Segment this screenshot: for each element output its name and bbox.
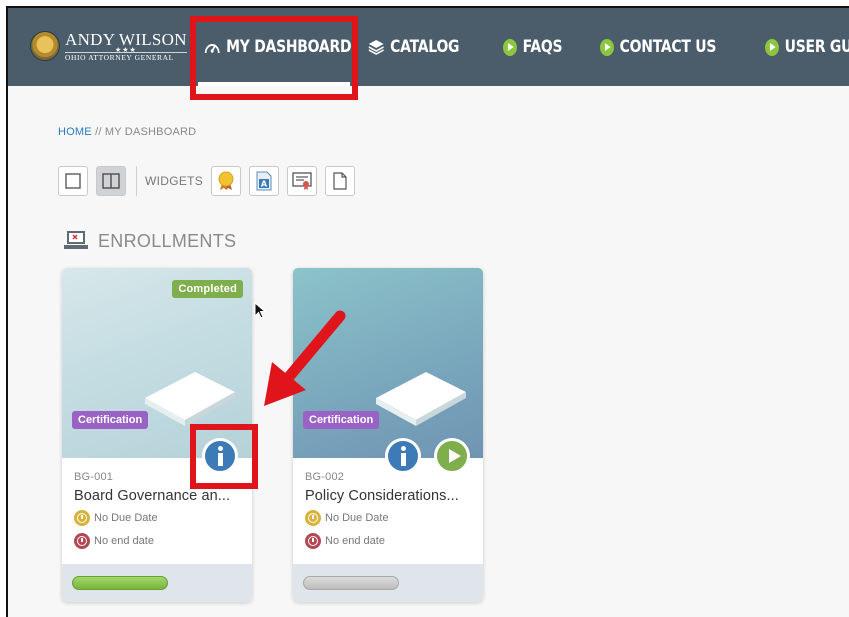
end-date-text: No end date <box>325 535 385 547</box>
info-button[interactable] <box>385 438 421 474</box>
nav-faqs[interactable]: FAQS <box>503 37 563 57</box>
nav-contact-us-label: CONTACT US <box>619 37 716 57</box>
site-logo[interactable]: ANDY WILSON ★★★ OHIO ATTORNEY GENERAL <box>30 26 187 66</box>
breadcrumb-home-link[interactable]: HOME <box>58 126 92 138</box>
certificate-widget-button[interactable] <box>287 166 318 196</box>
annotation-arrow-icon <box>264 310 346 406</box>
state-seal-icon <box>30 31 60 61</box>
books-stack-icon <box>368 39 384 55</box>
status-badge: Completed <box>172 280 243 298</box>
due-date-text: No Due Date <box>94 512 158 524</box>
nav-user-guide[interactable]: USER GUIDE <box>765 37 849 57</box>
progress-bar <box>303 576 399 590</box>
toolbar-divider <box>136 166 137 196</box>
logo-name: ANDY WILSON <box>65 29 187 49</box>
due-date-row: No Due Date <box>305 510 389 526</box>
type-badge: Certification <box>72 411 149 429</box>
enrollments-section-header: ENROLLMENTS <box>64 230 236 252</box>
clock-icon <box>305 510 321 526</box>
page-widget-button[interactable] <box>325 166 356 196</box>
transcript-widget-button[interactable]: A <box>249 166 280 196</box>
document-a-icon: A <box>256 171 272 191</box>
breadcrumb-current: MY DASHBOARD <box>104 126 197 138</box>
course-title[interactable]: Policy Considerations... <box>305 488 459 504</box>
dashboard-highlight-box <box>190 16 358 100</box>
due-date-text: No Due Date <box>325 512 389 524</box>
breadcrumb: HOME // MY DASHBOARD <box>58 126 196 138</box>
nav-contact-us[interactable]: CONTACT US <box>599 37 716 57</box>
book-icon <box>145 372 235 426</box>
breadcrumb-separator: // <box>91 126 105 138</box>
laptop-icon <box>64 231 88 249</box>
play-circle-icon <box>503 38 518 56</box>
svg-text:A: A <box>261 180 268 189</box>
clock-icon <box>74 533 90 549</box>
info-button-highlight-box <box>190 424 258 489</box>
blank-page-icon <box>333 172 347 190</box>
launch-button[interactable] <box>434 438 470 474</box>
play-circle-icon <box>765 38 780 56</box>
clock-icon <box>74 510 90 526</box>
end-date-text: No end date <box>94 535 154 547</box>
nav-faqs-label: FAQS <box>522 37 563 57</box>
nav-user-guide-label: USER GUIDE <box>784 37 849 57</box>
single-column-icon <box>65 173 81 189</box>
end-date-row: No end date <box>74 533 154 549</box>
course-code: BG-001 <box>74 471 114 483</box>
book-icon <box>376 372 466 426</box>
award-ribbon-icon <box>218 171 234 190</box>
card-footer <box>293 564 483 602</box>
achievements-widget-button[interactable] <box>211 166 242 196</box>
due-date-row: No Due Date <box>74 510 158 526</box>
play-circle-icon <box>599 38 614 56</box>
single-column-layout-button[interactable] <box>58 166 88 196</box>
course-code: BG-002 <box>305 471 345 483</box>
clock-icon <box>305 533 321 549</box>
nav-catalog[interactable]: CATALOG <box>368 37 459 57</box>
logo-subtitle: OHIO ATTORNEY GENERAL <box>65 51 187 62</box>
widgets-label: WIDGETS <box>145 174 204 188</box>
two-column-icon <box>102 173 120 189</box>
end-date-row: No end date <box>305 533 385 549</box>
section-title: ENROLLMENTS <box>98 230 237 251</box>
two-column-layout-button[interactable] <box>96 166 126 196</box>
layout-toolbar: WIDGETS A <box>58 165 363 197</box>
progress-bar <box>72 576 168 590</box>
card-footer <box>62 564 252 602</box>
course-title[interactable]: Board Governance an... <box>74 488 230 504</box>
top-nav-bar: ANDY WILSON ★★★ OHIO ATTORNEY GENERAL MY… <box>8 8 849 86</box>
nav-catalog-label: CATALOG <box>390 37 460 57</box>
browser-frame: ANDY WILSON ★★★ OHIO ATTORNEY GENERAL MY… <box>6 6 849 617</box>
certificate-icon <box>292 172 312 190</box>
